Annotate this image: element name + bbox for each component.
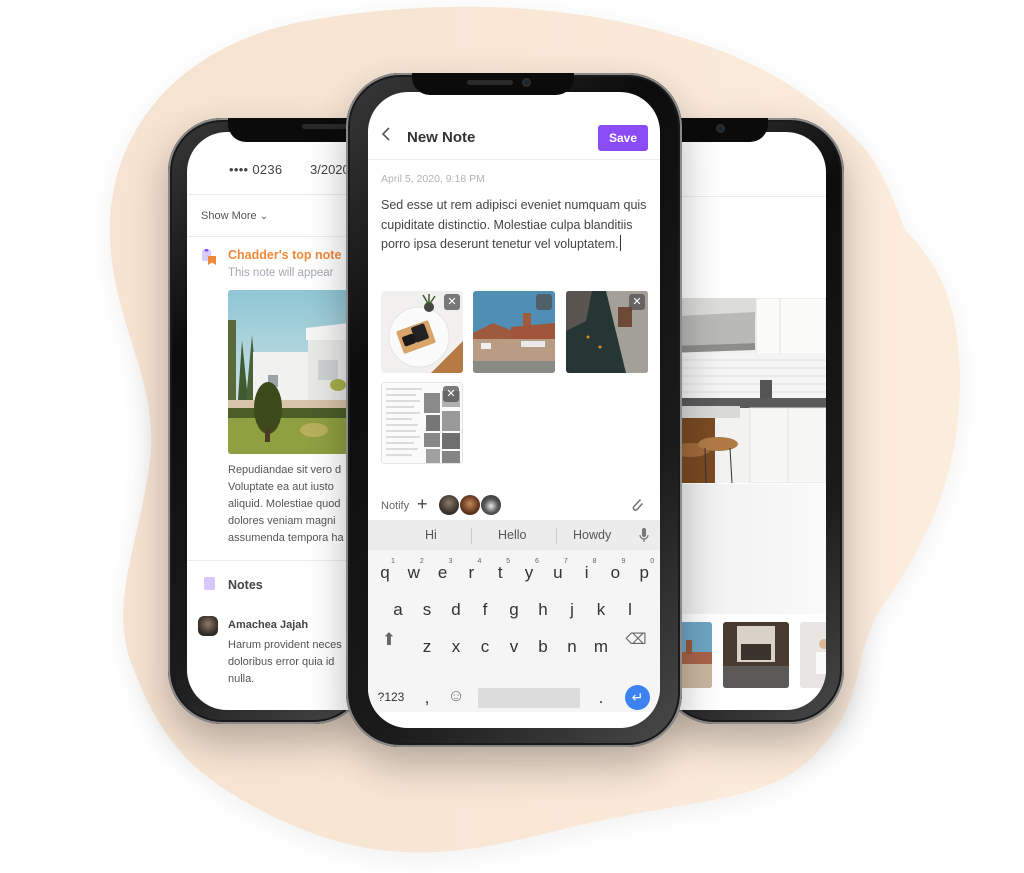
key-v[interactable]: v [501, 637, 527, 657]
key-c[interactable]: c [472, 637, 498, 657]
key-u[interactable]: u [545, 563, 571, 583]
top-note-subtitle: This note will appear [228, 267, 334, 279]
thumbnail-interior[interactable] [723, 622, 789, 688]
top-note-title[interactable]: Chadder's top note [228, 248, 341, 262]
notify-label: Notify [381, 500, 410, 512]
microphone-icon[interactable] [639, 528, 649, 543]
shift-key[interactable]: ⬆ [376, 630, 402, 650]
key-h[interactable]: h [530, 600, 556, 620]
add-person-button[interactable]: + [417, 494, 428, 515]
key-t[interactable]: t [487, 563, 513, 583]
suggestion-bar: Hi Hello Howdy [368, 520, 660, 550]
suggestion[interactable]: Howdy [573, 528, 611, 542]
suggestion[interactable]: Hi [425, 528, 437, 542]
note-date: April 5, 2020, 9:18 PM [381, 173, 485, 185]
chevron-left-icon[interactable] [380, 127, 394, 141]
divider [471, 528, 472, 544]
text-cursor [619, 235, 621, 251]
page-title: New Note [407, 129, 476, 146]
pinned-note-icon [202, 249, 216, 265]
center-phone: New Note Save April 5, 2020, 9:18 PM Sed… [346, 73, 682, 747]
avatar[interactable] [460, 495, 480, 515]
card-number: •••• 0236 [229, 162, 283, 177]
content-placeholder [660, 484, 826, 614]
clipboard-icon [204, 577, 215, 590]
left-phone: •••• 0236 3/2020 Show More ⌄ Chadder's t… [168, 118, 408, 724]
key-l[interactable]: l [617, 600, 643, 620]
notify-bar: Notify + [368, 490, 660, 520]
on-screen-keyboard: Hi Hello Howdy 1q2w3e4r5t6y7u8i9o0p asdf… [368, 520, 660, 712]
key-f[interactable]: f [472, 600, 498, 620]
key-w[interactable]: w [401, 563, 427, 583]
center-phone-screen: New Note Save April 5, 2020, 9:18 PM Sed… [368, 92, 660, 728]
close-icon[interactable]: ✕ [629, 294, 645, 310]
phone-notch [412, 73, 574, 95]
comment-author: Amachea Jajah [228, 619, 309, 631]
speaker [467, 80, 513, 85]
key-r[interactable]: r [458, 563, 484, 583]
key-q[interactable]: q [372, 563, 398, 583]
close-icon[interactable]: ✕ [443, 386, 459, 402]
key-i[interactable]: i [574, 563, 600, 583]
close-icon[interactable]: ✕ [536, 294, 552, 310]
right-phone [660, 118, 844, 724]
key-s[interactable]: s [414, 600, 440, 620]
save-button[interactable]: Save [598, 125, 648, 151]
key-j[interactable]: j [559, 600, 585, 620]
camera [716, 124, 725, 133]
key-p[interactable]: p [631, 563, 657, 583]
attachment-thumbnail[interactable]: ✕ [381, 291, 463, 373]
notes-section-title: Notes [228, 578, 263, 592]
key-k[interactable]: k [588, 600, 614, 620]
close-icon[interactable]: ✕ [444, 294, 460, 310]
avatar[interactable] [439, 495, 459, 515]
note-header: New Note Save [368, 92, 660, 160]
key-o[interactable]: o [602, 563, 628, 583]
symbols-key[interactable]: ?123 [373, 690, 409, 704]
thumbnail-mug[interactable] [800, 622, 826, 688]
paperclip-icon[interactable] [630, 497, 644, 513]
chevron-down-icon: ⌄ [259, 211, 269, 222]
attachment-thumbnail[interactable]: ✕ [381, 382, 463, 464]
right-phone-screen [660, 132, 826, 710]
show-more-label: Show More [201, 210, 257, 222]
period-key[interactable]: . [588, 688, 614, 708]
avatar[interactable] [481, 495, 501, 515]
key-d[interactable]: d [443, 600, 469, 620]
attachment-thumbnail[interactable]: ✕ [566, 291, 648, 373]
attachment-thumbnail[interactable]: ✕ [473, 291, 555, 373]
divider [556, 528, 557, 544]
key-z[interactable]: z [414, 637, 440, 657]
enter-key[interactable]: ↵ [625, 685, 650, 710]
divider [660, 196, 826, 197]
show-more-button[interactable]: Show More ⌄ [201, 210, 268, 222]
key-b[interactable]: b [530, 637, 556, 657]
key-m[interactable]: m [588, 637, 614, 657]
emoji-key[interactable]: ☺ [443, 686, 469, 706]
key-x[interactable]: x [443, 637, 469, 657]
speaker [302, 124, 350, 129]
kitchen-photo[interactable] [660, 298, 826, 483]
camera [522, 78, 531, 87]
spacebar[interactable] [478, 688, 580, 708]
card-date: 3/2020 [310, 162, 350, 177]
avatar[interactable] [198, 616, 218, 636]
comma-key[interactable]: , [414, 688, 440, 708]
key-n[interactable]: n [559, 637, 585, 657]
backspace-key[interactable]: ⌫ [623, 630, 649, 648]
suggestion[interactable]: Hello [498, 528, 527, 542]
note-body-text: Sed esse ut rem adipisci eveniet numquam… [381, 198, 647, 251]
note-body-input[interactable]: Sed esse ut rem adipisci eveniet numquam… [381, 196, 651, 255]
key-e[interactable]: e [430, 563, 456, 583]
key-y[interactable]: y [516, 563, 542, 583]
key-a[interactable]: a [385, 600, 411, 620]
enter-icon: ↵ [631, 689, 644, 705]
key-g[interactable]: g [501, 600, 527, 620]
